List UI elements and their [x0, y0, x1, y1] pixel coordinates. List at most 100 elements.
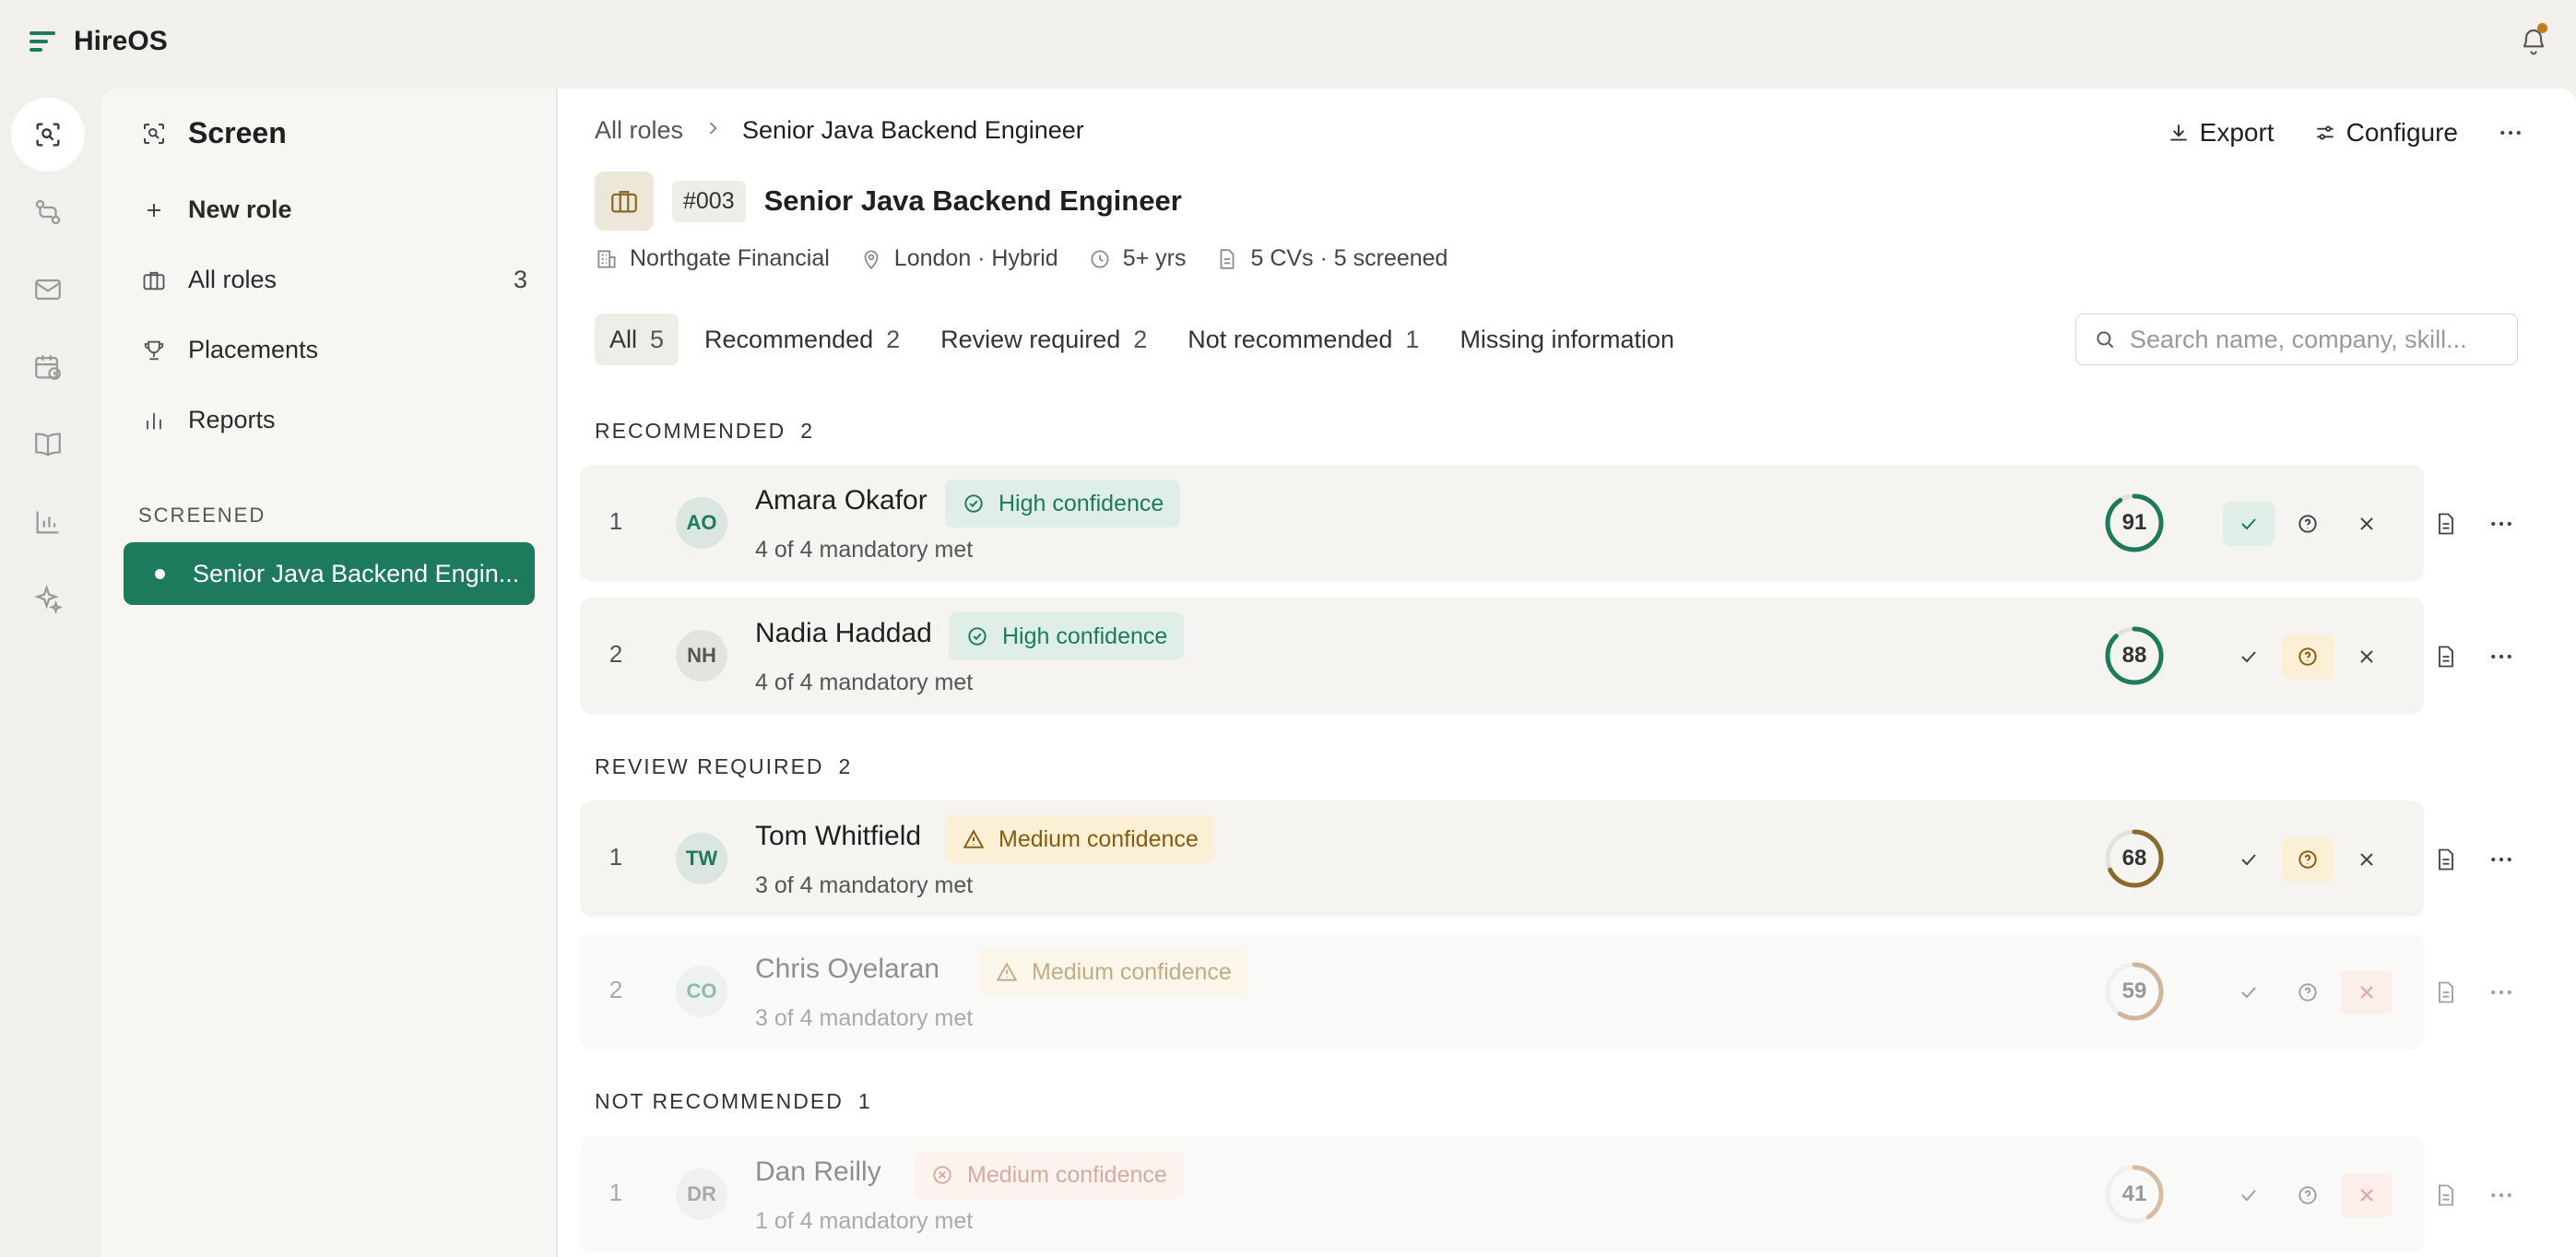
meta-company: Northgate Financial: [595, 245, 830, 272]
cv-document-button[interactable]: [2428, 837, 2464, 882]
document-icon: [2439, 646, 2453, 668]
candidate-name[interactable]: Chris Oyelaran: [755, 954, 939, 985]
candidate-row[interactable]: 2 NH Nadia Haddad High confidence 4 of 4…: [558, 598, 2576, 714]
role-heading: #003 Senior Java Backend Engineer: [595, 172, 1182, 231]
close-icon: [2360, 650, 2373, 663]
document-icon: [2439, 513, 2453, 535]
candidate-rank: 2: [609, 640, 623, 668]
question-circle-icon: [2298, 647, 2317, 666]
check-icon: [2241, 854, 2256, 866]
row-more-button[interactable]: [2479, 634, 2523, 679]
candidate-row[interactable]: 2 CO Chris Oyelaran Medium confidence 3 …: [558, 933, 2576, 1049]
new-role-button[interactable]: New role: [140, 196, 537, 224]
candidate-name[interactable]: Tom Whitfield: [755, 821, 921, 852]
sparkle-icon: [34, 584, 64, 615]
sidebar-item-reports[interactable]: Reports: [140, 406, 537, 434]
approve-button[interactable]: [2223, 1173, 2275, 1217]
export-button[interactable]: Export: [2167, 118, 2275, 148]
cv-document-button[interactable]: [2428, 970, 2464, 1014]
cv-document-button[interactable]: [2428, 1173, 2464, 1217]
candidate-card[interactable]: 1 AO Amara Okafor High confidence 4 of 4…: [580, 465, 2424, 581]
confidence-badge: Medium confidence: [914, 1151, 1184, 1199]
more-horizontal-icon: [2491, 521, 2511, 527]
review-button[interactable]: [2282, 970, 2334, 1014]
tab-missing-information[interactable]: Missing information: [1445, 314, 1689, 365]
menu-icon[interactable]: [30, 31, 55, 53]
candidate-card[interactable]: 2 NH Nadia Haddad High confidence 4 of 4…: [580, 598, 2424, 714]
score-ring: 91: [2103, 492, 2166, 554]
configure-button[interactable]: Configure: [2313, 118, 2458, 148]
tab-not-recommended-label: Not recommended: [1188, 325, 1393, 353]
candidate-row[interactable]: 1 AO Amara Okafor High confidence 4 of 4…: [558, 465, 2576, 581]
review-button[interactable]: [2282, 634, 2334, 679]
search-input[interactable]: Search name, company, skill...: [2075, 314, 2518, 365]
tab-all-count: 5: [650, 325, 665, 353]
document-icon: [2439, 1184, 2453, 1206]
candidate-name[interactable]: Nadia Haddad: [755, 618, 932, 649]
role-meta: Northgate Financial London · Hybrid 5+ y…: [595, 245, 1477, 272]
tab-review-required[interactable]: Review required 2: [926, 314, 1162, 365]
cv-document-button[interactable]: [2428, 502, 2464, 546]
chevron-right-icon: [703, 118, 722, 144]
tab-recommended-count: 2: [886, 325, 901, 353]
candidate-card[interactable]: 1 TW Tom Whitfield Medium confidence 3 o…: [580, 800, 2424, 917]
breadcrumb-all-roles[interactable]: All roles: [595, 116, 683, 145]
sidebar-item-active-role[interactable]: Senior Java Backend Engin...: [124, 542, 535, 605]
main-panel: All roles Senior Java Backend Engineer E…: [558, 89, 2576, 1257]
candidate-card[interactable]: 1 DR Dan Reilly Medium confidence 1 of 4…: [580, 1136, 2424, 1252]
configure-label: Configure: [2346, 118, 2458, 147]
app-title: HireOS: [74, 26, 168, 56]
rail-reports-button[interactable]: [11, 485, 85, 559]
candidate-name[interactable]: Dan Reilly: [755, 1156, 881, 1188]
rail-screen-button[interactable]: [11, 98, 85, 172]
row-more-button[interactable]: [2479, 837, 2523, 882]
rail-ai-button[interactable]: [11, 563, 85, 636]
clock-icon: [1091, 249, 1109, 268]
row-more-button[interactable]: [2479, 970, 2523, 1014]
reject-button[interactable]: [2341, 502, 2393, 546]
sidebar-item-placements[interactable]: Placements: [140, 336, 537, 364]
sidebar-item-all-roles[interactable]: All roles 3: [140, 266, 537, 294]
rail-library-button[interactable]: [11, 408, 85, 481]
more-options-button[interactable]: [2497, 119, 2524, 147]
rail-pipeline-button[interactable]: [11, 175, 85, 249]
avatar: AO: [676, 497, 727, 549]
review-button[interactable]: [2282, 837, 2334, 882]
reject-button[interactable]: [2341, 1173, 2393, 1217]
candidate-row[interactable]: 1 DR Dan Reilly Medium confidence 1 of 4…: [558, 1136, 2576, 1252]
approve-button[interactable]: [2223, 837, 2275, 882]
tab-recommended[interactable]: Recommended 2: [690, 314, 915, 365]
cv-document-button[interactable]: [2428, 634, 2464, 679]
check-icon: [2241, 987, 2256, 999]
document-icon: [1221, 248, 1235, 269]
reject-button[interactable]: [2341, 634, 2393, 679]
approve-button[interactable]: [2223, 970, 2275, 1014]
row-more-button[interactable]: [2479, 502, 2523, 546]
score-ring: 59: [2103, 960, 2166, 1023]
review-button[interactable]: [2282, 502, 2334, 546]
screen-icon: [144, 123, 164, 144]
score-ring: 41: [2103, 1163, 2166, 1226]
reject-button[interactable]: [2341, 970, 2393, 1014]
group-not-recommended-text: NOT RECOMMENDED: [595, 1089, 844, 1113]
candidate-card[interactable]: 2 CO Chris Oyelaran Medium confidence 3 …: [580, 933, 2424, 1049]
score-value: 59: [2121, 978, 2147, 1003]
tab-not-recommended[interactable]: Not recommended 1: [1173, 314, 1434, 365]
confidence-badge: Medium confidence: [978, 948, 1248, 996]
approve-button[interactable]: [2223, 502, 2275, 546]
mail-icon: [35, 279, 61, 301]
document-icon: [2439, 848, 2453, 871]
group-label-review-required: REVIEW REQUIRED 2: [595, 754, 852, 779]
mandatory-criteria: 4 of 4 mandatory met: [755, 670, 974, 695]
candidate-row[interactable]: 1 TW Tom Whitfield Medium confidence 3 o…: [558, 800, 2576, 917]
tab-all[interactable]: All 5: [595, 314, 679, 365]
approve-button[interactable]: [2223, 634, 2275, 679]
question-circle-icon: [2298, 1186, 2317, 1204]
all-roles-count: 3: [513, 266, 527, 293]
reject-button[interactable]: [2341, 837, 2393, 882]
candidate-name[interactable]: Amara Okafor: [755, 485, 928, 516]
rail-mail-button[interactable]: [11, 253, 85, 326]
rail-calendar-button[interactable]: [11, 330, 85, 404]
row-more-button[interactable]: [2479, 1173, 2523, 1217]
review-button[interactable]: [2282, 1173, 2334, 1217]
